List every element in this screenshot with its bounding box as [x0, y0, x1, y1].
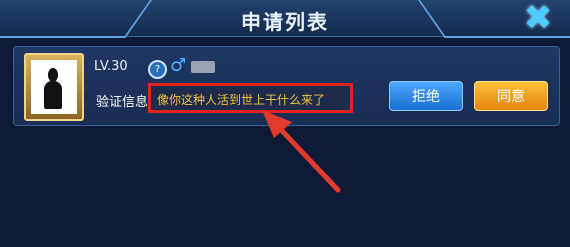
player-level: LV.30	[94, 59, 128, 74]
arrow-shaft	[265, 113, 341, 193]
friend-request-card: LV.30 ? ♂ 验证信息 像你这种人活到世上干什么来了 拒绝 同意	[13, 46, 560, 126]
verify-message-box: 像你这种人活到世上干什么来了	[148, 83, 353, 113]
dialog-title: 申请列表	[241, 10, 329, 34]
help-badge-icon: ?	[148, 60, 167, 79]
avatar	[31, 60, 77, 114]
avatar-frame[interactable]	[24, 53, 84, 121]
verify-message-text: 像你这种人活到世上干什么来了	[157, 93, 326, 107]
player-name-redacted	[191, 61, 215, 73]
avatar-silhouette-body	[44, 81, 62, 109]
reject-button[interactable]: 拒绝	[389, 81, 463, 111]
agree-button[interactable]: 同意	[474, 81, 548, 111]
male-gender-icon: ♂	[170, 55, 187, 76]
avatar-silhouette-head	[48, 68, 58, 82]
close-icon[interactable]: ✖	[520, 1, 556, 35]
dialog-header: 申请列表 ✖	[0, 0, 570, 38]
verify-info-label: 验证信息	[96, 95, 149, 110]
